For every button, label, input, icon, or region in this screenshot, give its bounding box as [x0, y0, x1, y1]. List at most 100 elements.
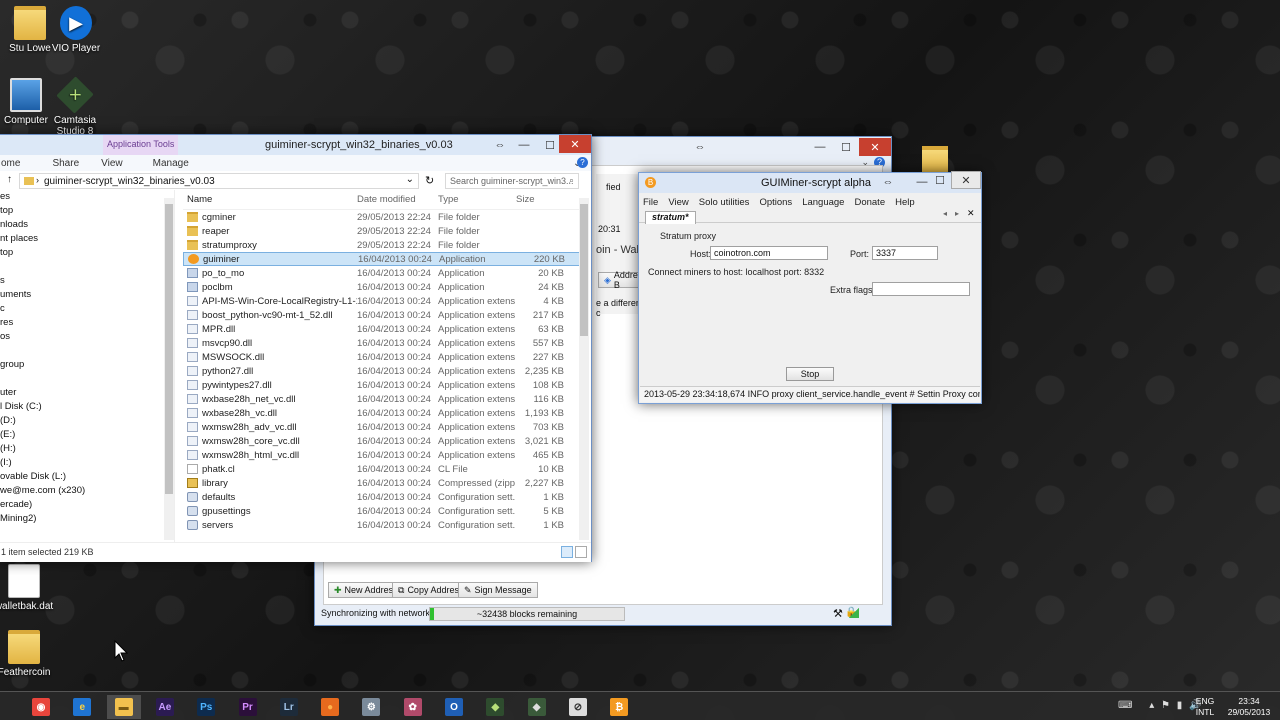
file-row[interactable]: gpusettings 16/04/2013 00:24 Configuration…	[183, 504, 581, 518]
taskbar-pr-button[interactable]: Pr	[231, 695, 265, 719]
help-icon[interactable]: ?	[577, 157, 588, 168]
large-icons-view-icon[interactable]	[575, 546, 587, 558]
desktop-icon-walletbak[interactable]: walletbak.dat	[0, 564, 54, 612]
column-size[interactable]: Size	[516, 194, 564, 205]
taskbar-app3-button[interactable]: ◆	[520, 695, 554, 719]
file-row[interactable]: boost_python-vc90-mt-1_52.dll 16/04/2013 …	[183, 308, 581, 322]
file-row[interactable]: MSWSOCK.dll 16/04/2013 00:24 Application e…	[183, 350, 581, 364]
file-row[interactable]: python27.dll 16/04/2013 00:24 Application …	[183, 364, 581, 378]
menu-item-options[interactable]: Options	[759, 197, 792, 208]
menu-item-view[interactable]: View	[668, 197, 688, 208]
nav-item[interactable]: Mining2)	[0, 512, 174, 526]
file-row[interactable]: po_to_mo 16/04/2013 00:24 Application 20 KB	[183, 266, 581, 280]
network-icon[interactable]: ▮	[1177, 700, 1183, 711]
nav-item[interactable]: s	[0, 274, 174, 288]
refresh-icon[interactable]: ↻	[425, 174, 434, 187]
maximize-button[interactable]: ☐	[833, 138, 859, 156]
desktop-icon-camtasia[interactable]: ✕ Camtasia Studio 8	[45, 76, 105, 137]
nav-item[interactable]: uter	[0, 386, 174, 400]
application-tools-tab[interactable]: Application Tools	[103, 135, 179, 155]
nav-item[interactable]: uments	[0, 288, 174, 302]
tray-expand-icon[interactable]: ▴	[1149, 700, 1154, 711]
file-row[interactable]: defaults 16/04/2013 00:24 Configuration se…	[183, 490, 581, 504]
desktop-icon-feathercoin[interactable]: Feathercoin	[0, 630, 54, 678]
nav-item[interactable]	[0, 260, 174, 274]
nav-item[interactable]: (I:)	[0, 456, 174, 470]
nav-item[interactable]: nt places	[0, 232, 174, 246]
details-view-icon[interactable]	[561, 546, 573, 558]
file-row[interactable]: cgminer 29/05/2013 22:24 File folder	[183, 210, 581, 224]
taskbar-outlook-button[interactable]: O	[437, 695, 471, 719]
nav-item[interactable]: c	[0, 302, 174, 316]
menu-item-help[interactable]: Help	[895, 197, 915, 208]
nav-item[interactable]: os	[0, 330, 174, 344]
file-row[interactable]: reaper 29/05/2013 22:24 File folder	[183, 224, 581, 238]
file-row[interactable]: library 16/04/2013 00:24 Compressed (zipp.…	[183, 476, 581, 490]
tab-prev-icon[interactable]: ◂	[943, 209, 947, 218]
flag-icon[interactable]: ⚑	[1161, 700, 1170, 711]
up-arrow-icon[interactable]: ↑	[7, 174, 12, 185]
menu-item-donate[interactable]: Donate	[854, 197, 885, 208]
file-row[interactable]: stratumproxy 29/05/2013 22:24 File folder	[183, 238, 581, 252]
tab-next-icon[interactable]: ▸	[955, 209, 959, 218]
ribbon-tab-home[interactable]: ome	[0, 158, 30, 169]
nav-item[interactable]: (E:)	[0, 428, 174, 442]
taskbar-ps-button[interactable]: Ps	[189, 695, 223, 719]
file-row[interactable]: guiminer 16/04/2013 00:24 Application 220 K…	[183, 252, 581, 266]
taskbar-app2-button[interactable]: ✿	[396, 695, 430, 719]
column-name[interactable]: Name	[183, 194, 357, 205]
nav-item[interactable]: l Disk (C:)	[0, 400, 174, 414]
nav-item[interactable]: ercade)	[0, 498, 174, 512]
resize-icon[interactable]: ⇔	[875, 173, 901, 191]
nav-item[interactable]: (D:)	[0, 414, 174, 428]
tab-close-icon[interactable]: ✕	[967, 208, 975, 219]
close-button[interactable]: ✕	[951, 171, 981, 189]
host-input[interactable]: coinotron.com	[710, 246, 828, 260]
file-row[interactable]: pywintypes27.dll 16/04/2013 00:24 Applicat…	[183, 378, 581, 392]
nav-item[interactable]	[0, 372, 174, 386]
sign-message-button[interactable]: ✎ Sign Message	[458, 582, 538, 598]
ribbon-tab-manage[interactable]: Manage	[133, 158, 199, 169]
nav-scrollbar[interactable]	[164, 198, 174, 540]
keyboard-icon[interactable]: ⌨	[1118, 700, 1132, 711]
menu-item-language[interactable]: Language	[802, 197, 844, 208]
nav-item[interactable]: top	[0, 204, 174, 218]
file-row[interactable]: MPR.dll 16/04/2013 00:24 Application exten…	[183, 322, 581, 336]
column-date-modified[interactable]: Date modified	[357, 194, 438, 205]
close-button[interactable]: ✕	[559, 135, 591, 153]
taskbar-ie-button[interactable]: e	[65, 695, 99, 719]
taskbar-app-button[interactable]: ⚙	[354, 695, 388, 719]
extra-flags-input[interactable]	[872, 282, 970, 296]
nav-item[interactable]	[0, 344, 174, 358]
file-row[interactable]: poclbm 16/04/2013 00:24 Application 24 KB	[183, 280, 581, 294]
close-button[interactable]: ✕	[859, 138, 891, 156]
taskbar-camtasia-button[interactable]: ◆	[478, 695, 512, 719]
nav-item[interactable]: group	[0, 358, 174, 372]
file-row[interactable]: msvcp90.dll 16/04/2013 00:24 Application e…	[183, 336, 581, 350]
file-row[interactable]: servers 16/04/2013 00:24 Configuration set…	[183, 518, 581, 532]
clock[interactable]: 23:34 29/05/2013	[1222, 696, 1276, 718]
stop-button[interactable]: Stop	[786, 367, 834, 381]
file-row[interactable]: API-MS-Win-Core-LocalRegistry-L1-1-0.dll…	[183, 294, 581, 308]
resize-icon[interactable]: ⇔	[487, 136, 513, 154]
taskbar-safari-button[interactable]: ⊘	[561, 695, 595, 719]
search-input[interactable]: Search guiminer-scrypt_win3... ⌕	[445, 173, 579, 189]
nav-item[interactable]: (H:)	[0, 442, 174, 456]
folder-icon[interactable]	[922, 146, 948, 172]
address-bar[interactable]: › guiminer-scrypt_win32_binaries_v0.03 ⌄	[19, 173, 419, 189]
nav-item[interactable]: ovable Disk (L:)	[0, 470, 174, 484]
minimize-button[interactable]: —	[511, 136, 537, 154]
nav-item[interactable]: nloads	[0, 218, 174, 232]
taskbar-firefox-button[interactable]: ●	[313, 695, 347, 719]
file-row[interactable]: wxmsw28h_html_vc.dll 16/04/2013 00:24 Appl…	[183, 448, 581, 462]
maximize-button[interactable]: ☐	[927, 171, 953, 189]
nav-item[interactable]: we@me.com (x230)	[0, 484, 174, 498]
taskbar-chrome-button[interactable]: ◉	[24, 695, 58, 719]
nav-scrollbar-thumb[interactable]	[165, 204, 173, 494]
taskbar-ae-button[interactable]: Ae	[148, 695, 182, 719]
nav-item[interactable]: es	[0, 190, 174, 204]
column-type[interactable]: Type	[438, 194, 516, 205]
chevron-down-icon[interactable]: ⌄	[406, 174, 414, 185]
menu-item-solo-utilities[interactable]: Solo utilities	[699, 197, 750, 208]
nav-item[interactable]: top	[0, 246, 174, 260]
